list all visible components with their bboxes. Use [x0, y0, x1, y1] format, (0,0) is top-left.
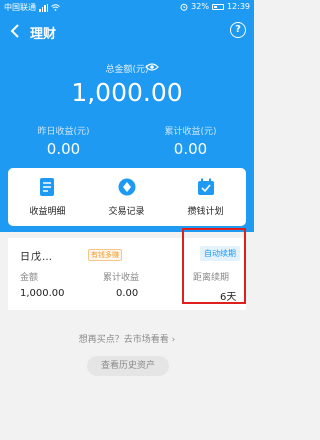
yesterday-income-label: 昨日收益(元) [37, 127, 90, 137]
total-amount-value: 1,000.00 [71, 78, 183, 107]
cumulative-income-value: 0.00 [173, 140, 208, 158]
document-icon [40, 178, 54, 196]
alarm-icon [180, 3, 188, 11]
coin-icon [118, 178, 136, 196]
cumulative-income-label: 累计收益(元) [164, 127, 217, 137]
action-label: 攒钱计划 [187, 207, 224, 217]
action-card: 收益明细 交易记录 攒钱计划 [8, 168, 246, 226]
battery-percent: 32% [191, 2, 209, 11]
product-name: 日戊… [20, 252, 53, 263]
savings-plan-button[interactable]: 攒钱计划 [166, 168, 245, 226]
action-label: 交易记录 [108, 207, 145, 217]
nav-bar: 理财 ? [0, 20, 254, 44]
carrier-text: 中国联通 [4, 3, 36, 12]
eye-icon[interactable] [145, 62, 159, 72]
income-label: 累计收益 [103, 273, 140, 283]
page-title: 理财 [30, 27, 57, 42]
signal-icon [39, 3, 48, 12]
battery-icon [211, 3, 224, 10]
clock-time: 12:39 [226, 2, 250, 11]
market-link[interactable]: 想再买点？去市场看看 › [0, 332, 254, 345]
total-amount-label: 总金额(元) [105, 65, 149, 75]
amount-label: 金额 [20, 273, 39, 283]
income-details-button[interactable]: 收益明细 [8, 168, 87, 226]
transaction-records-button[interactable]: 交易记录 [87, 168, 166, 226]
back-arrow-icon[interactable] [8, 23, 24, 39]
amount-value: 1,000.00 [20, 288, 65, 299]
yesterday-income-value: 0.00 [46, 140, 81, 158]
highlight-box [182, 228, 246, 304]
view-history-button[interactable]: 查看历史资产 [87, 356, 169, 376]
product-tag: 有钱多赚 [88, 249, 122, 261]
wifi-icon [51, 4, 60, 11]
status-bar: 中国联通 32% 12:39 [0, 0, 254, 14]
action-label: 收益明细 [29, 207, 66, 217]
calendar-icon [198, 178, 214, 195]
income-value: 0.00 [116, 288, 139, 299]
help-icon[interactable]: ? [230, 22, 246, 38]
